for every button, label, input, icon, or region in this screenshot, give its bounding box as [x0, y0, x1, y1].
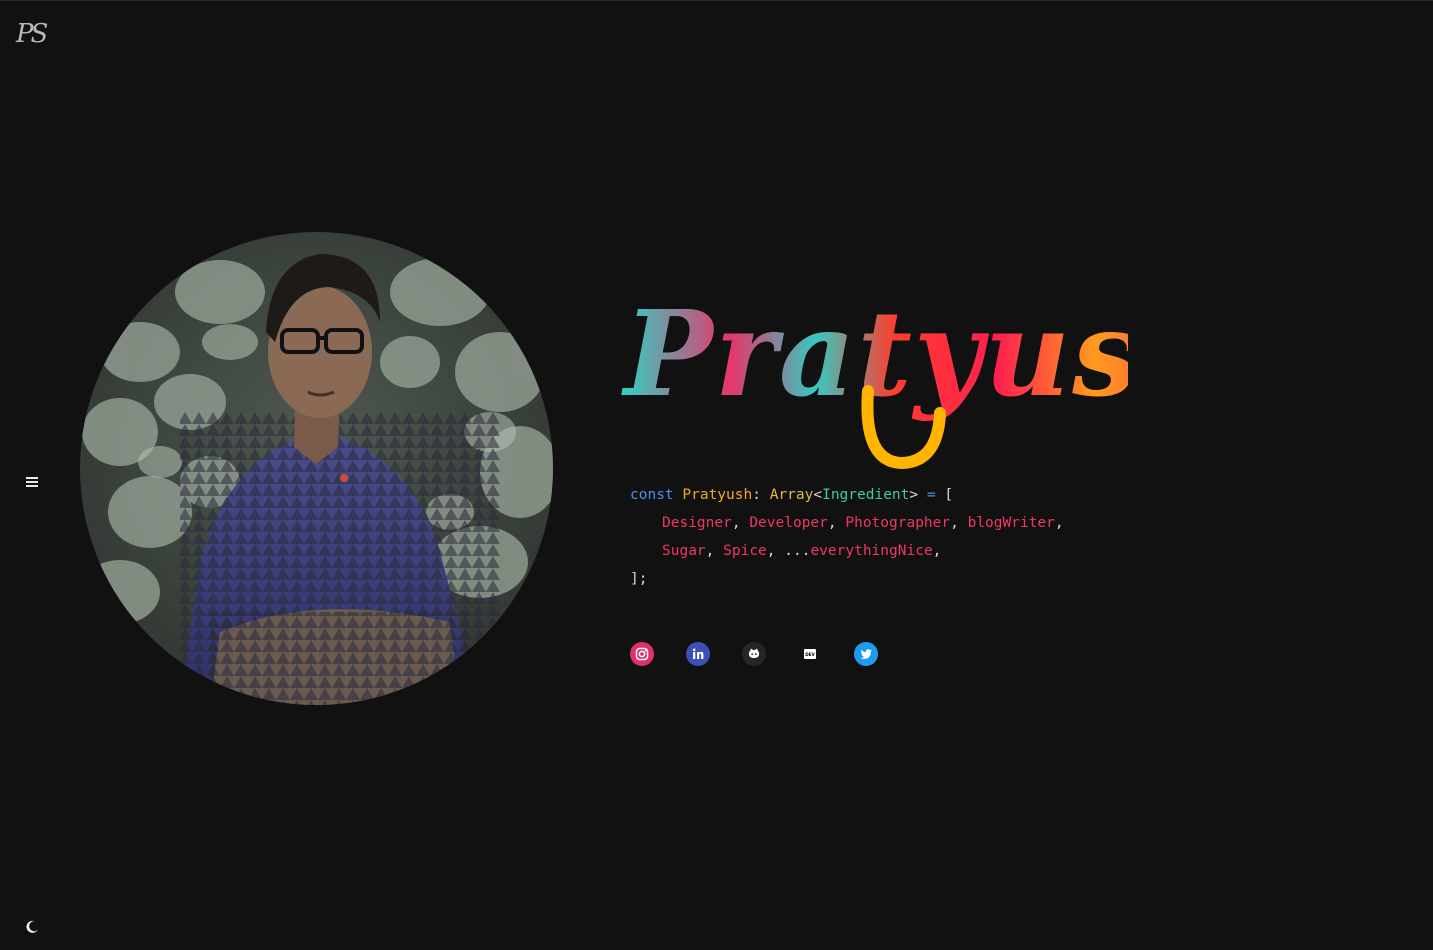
menu-icon[interactable] — [24, 475, 40, 489]
svg-text:DEV: DEV — [805, 652, 815, 657]
menu-bar — [26, 481, 38, 483]
code-item: Sugar — [662, 543, 706, 559]
code-lt: < — [813, 487, 823, 503]
instagram-icon — [635, 647, 649, 661]
dev-icon: DEV — [804, 649, 816, 659]
page: PS Pratyu const Pratyush: Array<Ingredie… — [0, 0, 1433, 950]
social-links: DEV — [630, 642, 878, 666]
code-spread: ... — [784, 543, 811, 559]
linkedin-link[interactable] — [686, 642, 710, 666]
code-item: Photographer — [845, 515, 951, 531]
code-generic: Ingredient — [822, 487, 910, 503]
hero-name-text: Pratyush — [621, 284, 1128, 423]
linkedin-icon — [692, 648, 704, 659]
code-close: ]; — [630, 571, 648, 587]
code-colon: : — [752, 487, 761, 503]
code-open: [ — [944, 487, 954, 503]
hero-name: Pratyush — [618, 273, 1226, 473]
code-line-2: Designer, Developer, Photographer, blogW… — [662, 515, 1064, 531]
github-icon — [748, 648, 760, 658]
code-item: blogWriter — [967, 515, 1055, 531]
code-line-1: const Pratyush: Array<Ingredient> = [ — [630, 481, 1064, 509]
dev-link[interactable]: DEV — [798, 642, 822, 666]
menu-bar — [26, 485, 38, 487]
code-identifier: Pratyush — [682, 487, 753, 503]
menu-bar — [26, 477, 38, 479]
code-line-3: Sugar, Spice, ...everythingNice, — [662, 543, 942, 559]
code-spread-name: everythingNice — [810, 543, 933, 559]
twitter-icon — [860, 649, 872, 659]
code-type: Array — [769, 487, 814, 503]
code-assign: = — [926, 487, 936, 503]
instagram-link[interactable] — [630, 642, 654, 666]
code-snippet: const Pratyush: Array<Ingredient> = [ Des… — [630, 481, 1064, 593]
moon-icon[interactable] — [24, 919, 40, 935]
code-keyword: const — [630, 487, 674, 503]
code-item: Developer — [749, 515, 828, 531]
code-item: Spice — [723, 543, 767, 559]
code-gt: > — [909, 487, 919, 503]
github-link[interactable] — [742, 642, 766, 666]
profile-photo — [80, 232, 553, 705]
code-line-4: ]; — [630, 565, 1064, 593]
code-item: Designer — [662, 515, 732, 531]
site-logo[interactable]: PS — [16, 19, 50, 49]
twitter-link[interactable] — [854, 642, 878, 666]
